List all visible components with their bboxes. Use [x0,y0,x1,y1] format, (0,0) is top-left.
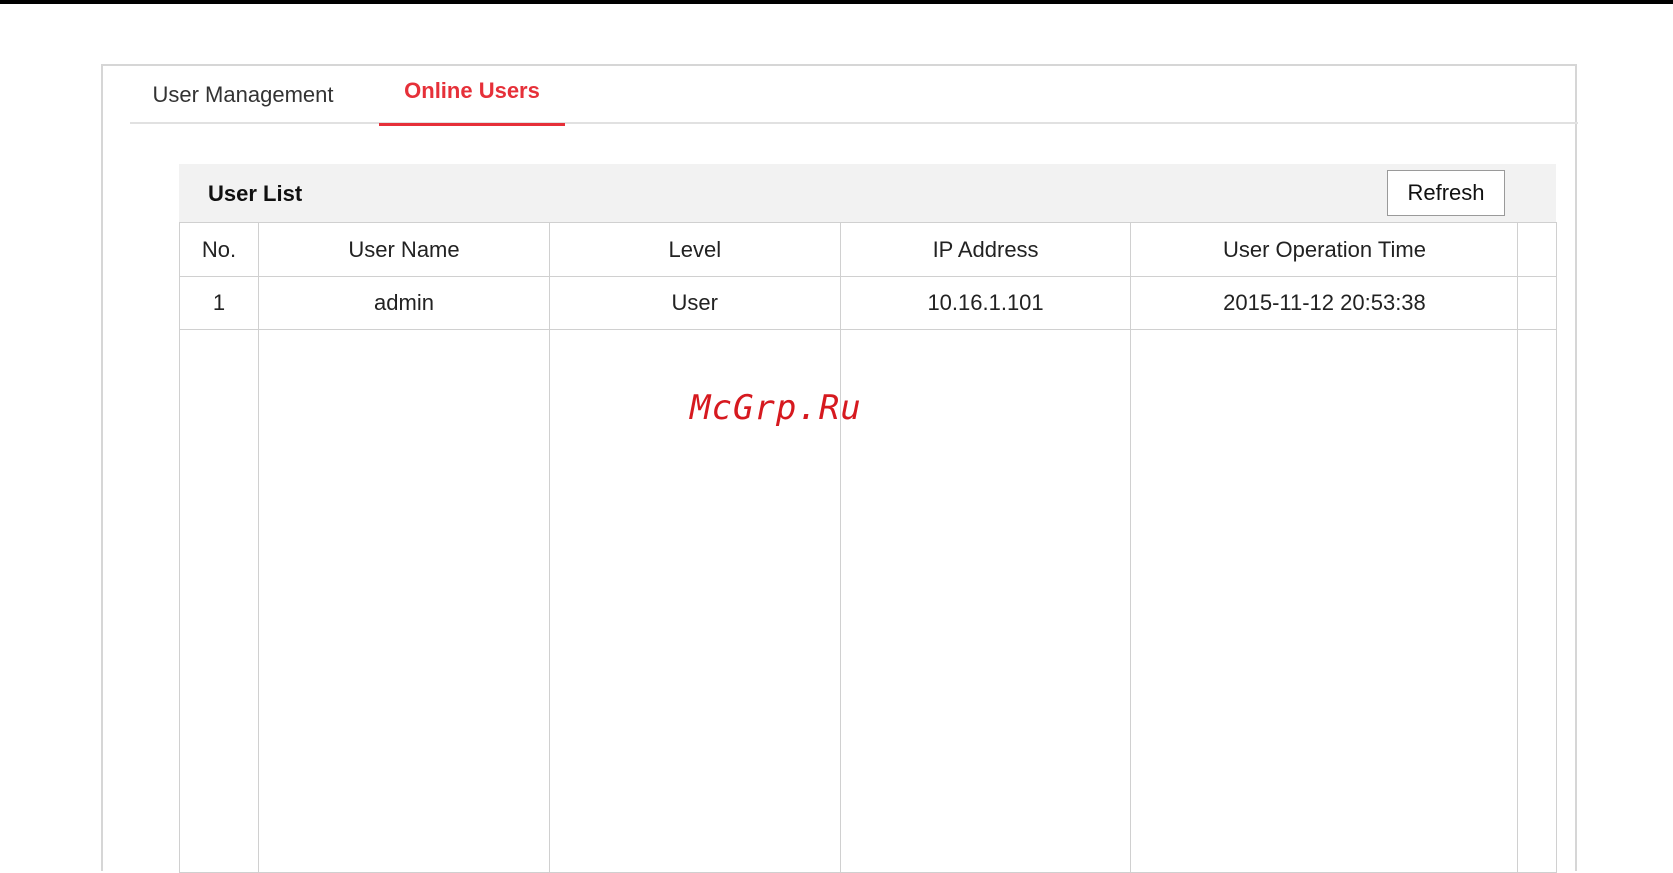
column-header-ip-address: IP Address [839,222,1132,277]
tab-bar: User Management Online Users [130,66,1578,126]
empty-cell [178,329,260,873]
cell-level: User [548,276,841,330]
main-panel: User Management Online Users User List R… [101,64,1578,873]
empty-cell [1130,329,1519,873]
cell-spacer [1517,276,1557,330]
cell-operation-time: 2015-11-12 20:53:38 [1130,276,1519,330]
online-users-table: No. User Name Level IP Address User Oper… [178,222,1557,873]
cell-user-name: admin [258,276,550,330]
tab-online-users[interactable]: Online Users [379,66,565,126]
watermark-text: McGrp.Ru [690,388,862,428]
column-header-user-name: User Name [258,222,550,277]
empty-cell [258,329,550,873]
column-header-operation-time: User Operation Time [1130,222,1519,277]
column-header-no: No. [178,222,260,277]
column-header-spacer [1517,222,1557,277]
user-list-header: User List Refresh [179,164,1556,222]
refresh-button[interactable]: Refresh [1387,170,1505,216]
top-border [0,0,1673,4]
tab-user-management[interactable]: User Management [132,66,354,124]
cell-no: 1 [178,276,260,330]
empty-cell [1517,329,1557,873]
table-header-row: No. User Name Level IP Address User Oper… [178,222,1557,277]
cell-ip-address: 10.16.1.101 [839,276,1132,330]
column-header-level: Level [548,222,841,277]
table-row[interactable]: 1 admin User 10.16.1.101 2015-11-12 20:5… [178,276,1557,330]
user-list-title: User List [208,181,303,206]
